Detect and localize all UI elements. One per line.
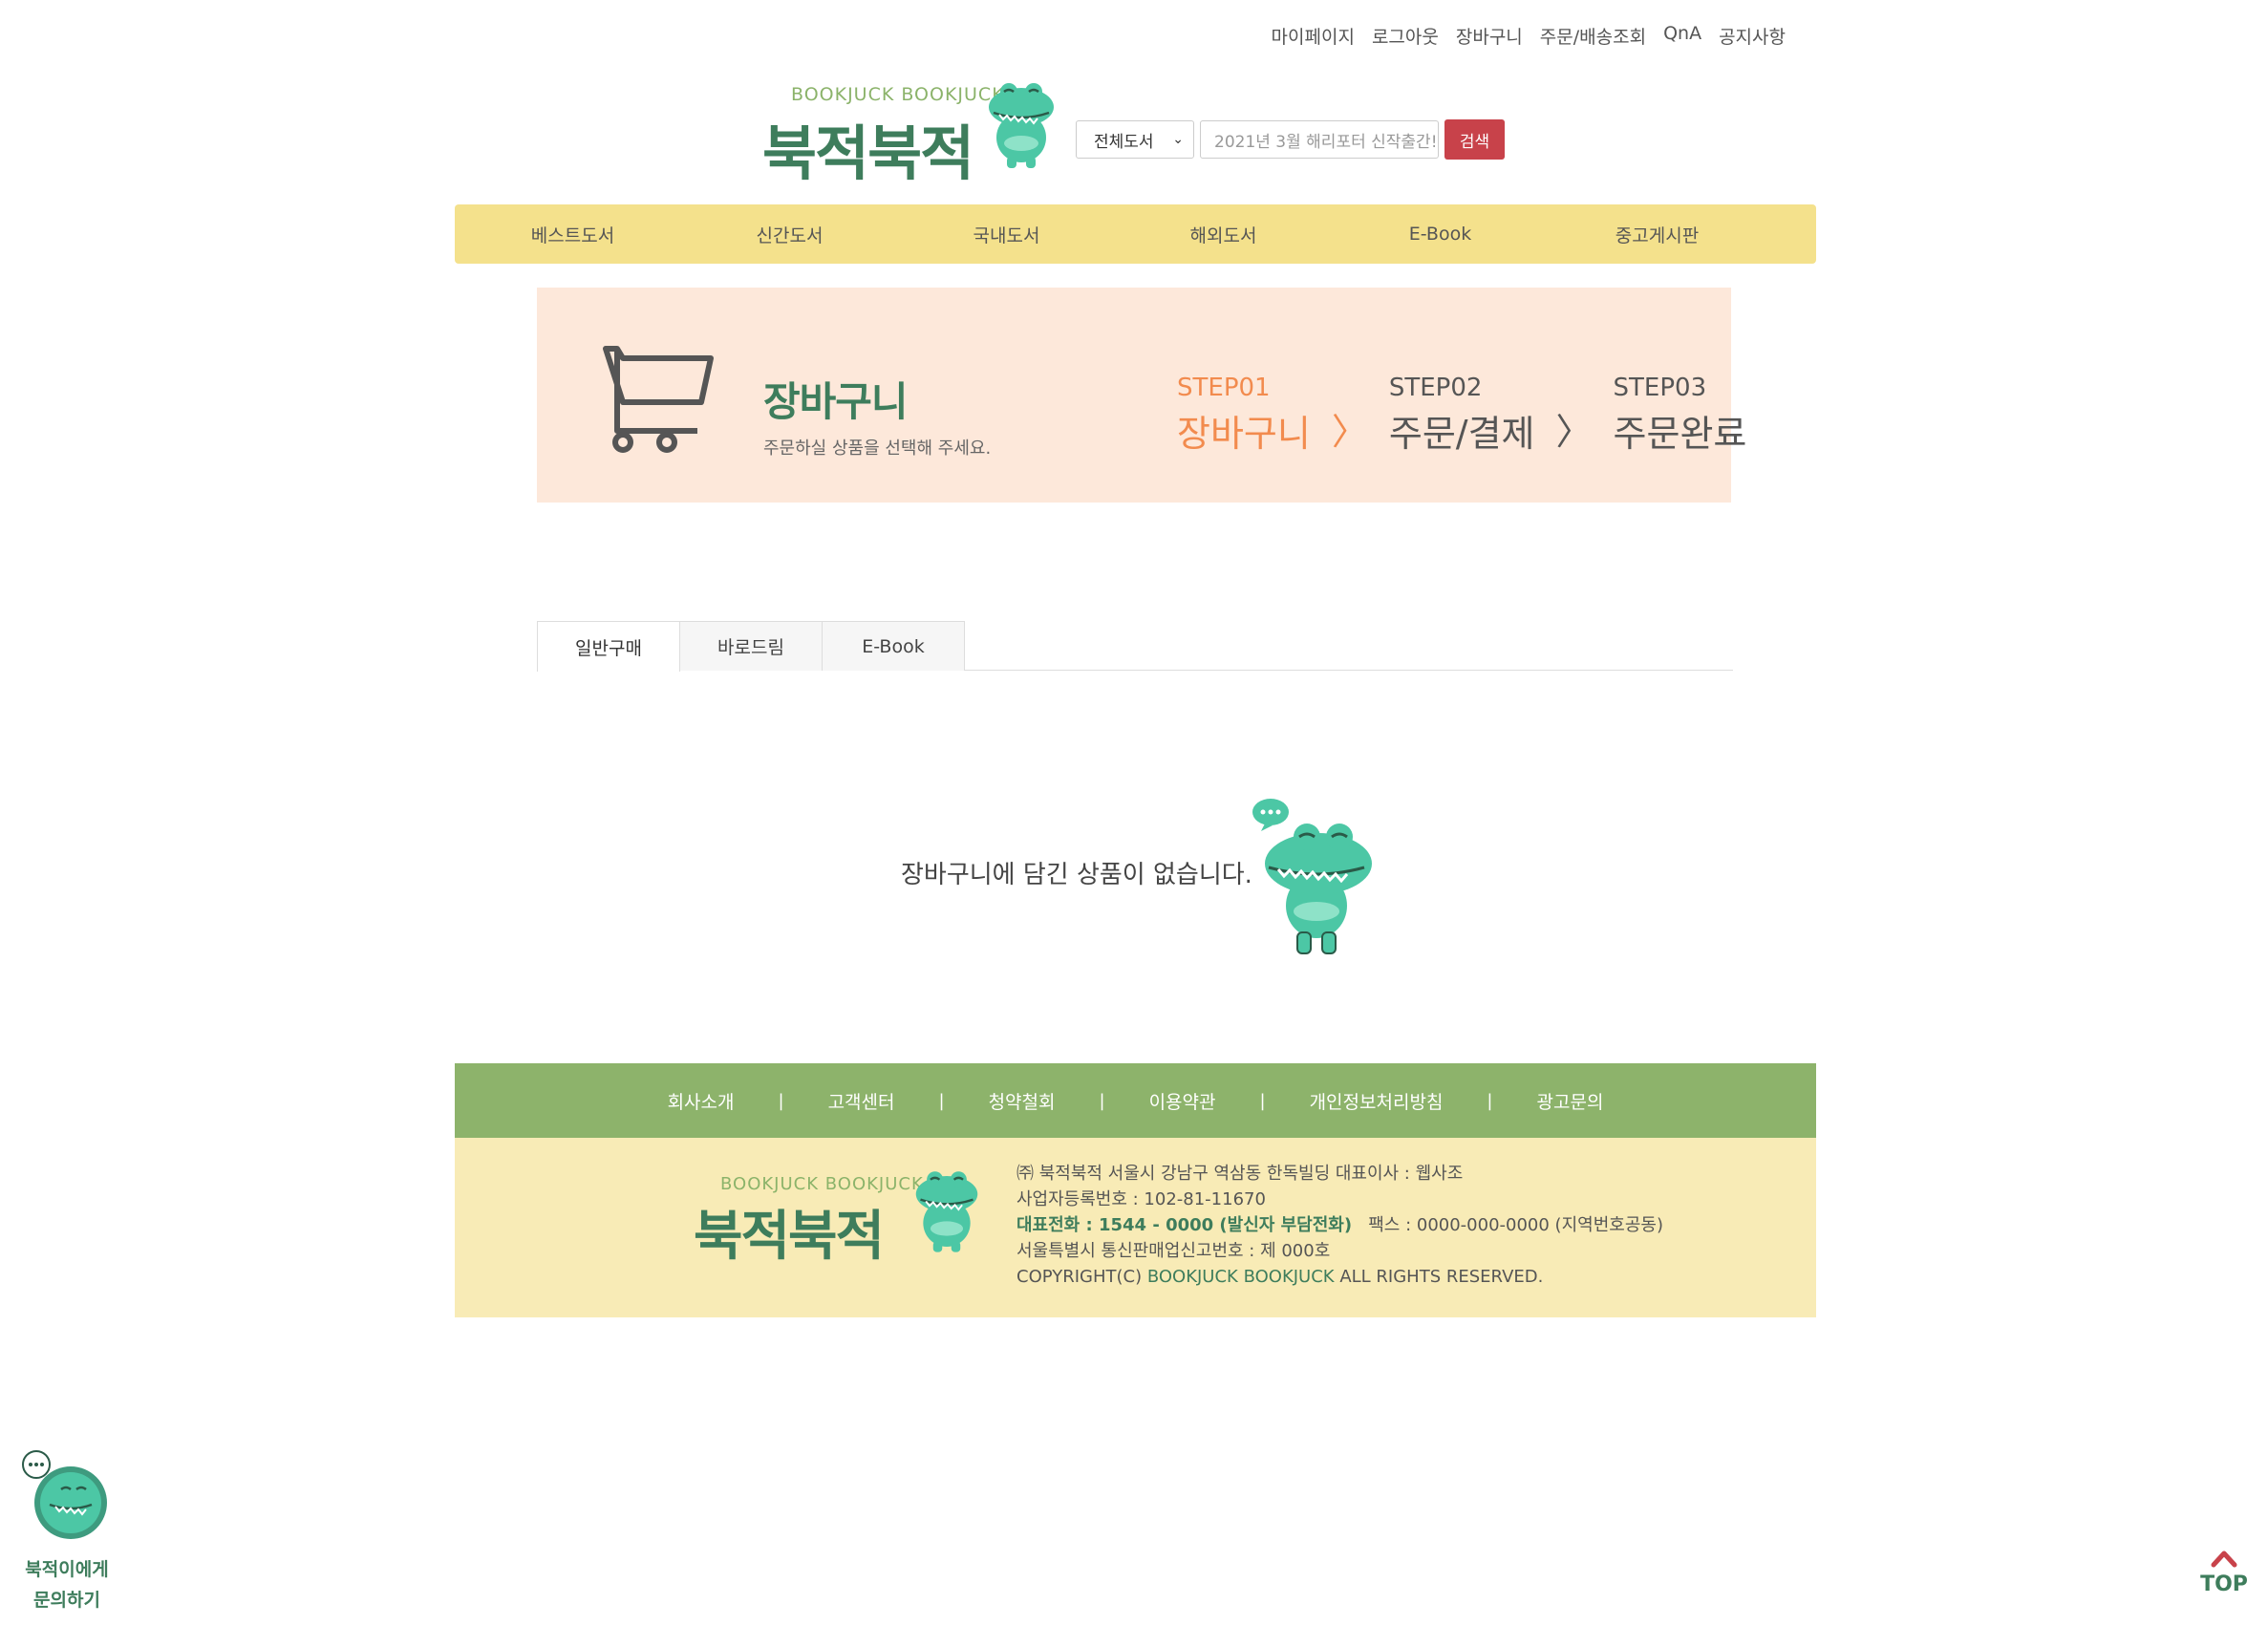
search-input[interactable]: 2021년 3월 해리포터 신작출간! bbox=[1200, 120, 1439, 159]
nav-foreign-books[interactable]: 해외도서 bbox=[1115, 222, 1332, 247]
footer-separator: | bbox=[778, 1090, 784, 1111]
chat-crocodile-icon bbox=[22, 1450, 107, 1539]
contact-line: 대표전화 : 1544 - 0000 (발신자 부담전화) 팩스 : 0000-… bbox=[1016, 1212, 1663, 1238]
chevron-up-icon bbox=[2211, 1551, 2237, 1568]
cart-link[interactable]: 장바구니 bbox=[1456, 23, 1523, 49]
tab-baro-dream[interactable]: 바로드림 bbox=[679, 621, 823, 671]
step-complete: STEP03 주문완료 bbox=[1614, 374, 1747, 457]
top-label: TOP bbox=[2200, 1572, 2248, 1596]
step-number: STEP01 bbox=[1177, 374, 1271, 402]
logo-title: 북적북적 bbox=[762, 118, 974, 188]
nav-bestseller[interactable]: 베스트도서 bbox=[464, 222, 681, 247]
ask-label-line1: 북적이에게 bbox=[25, 1559, 109, 1580]
category-select[interactable]: 전체도서 ⌄ bbox=[1076, 120, 1194, 159]
fax-number: 팩스 : 0000-000-0000 (지역번호공동) bbox=[1352, 1215, 1663, 1235]
chevron-down-icon: ⌄ bbox=[1172, 132, 1184, 147]
footer-link-privacy[interactable]: 개인정보처리방침 bbox=[1310, 1088, 1444, 1114]
footer-separator: | bbox=[1099, 1090, 1105, 1111]
step-label: 주문완료 bbox=[1613, 413, 1747, 455]
tab-ebook[interactable]: E-Book bbox=[822, 621, 965, 671]
ask-bookjuck-button[interactable]: 북적이에게 문의하기 bbox=[19, 1449, 115, 1615]
mypage-link[interactable]: 마이페이지 bbox=[1272, 23, 1355, 49]
step-payment: STEP02 주문/결제 bbox=[1389, 374, 1535, 457]
footer-separator: | bbox=[1487, 1090, 1493, 1111]
footer-info: BOOKJUCK BOOKJUCK 북적북적 ㈜ 북적북적 서울시 강남구 역삼… bbox=[455, 1138, 1816, 1317]
footer-separator: | bbox=[1259, 1090, 1266, 1111]
nav-ebook[interactable]: E-Book bbox=[1332, 224, 1549, 245]
qna-link[interactable]: QnA bbox=[1663, 23, 1701, 49]
nav-used-board[interactable]: 중고게시판 bbox=[1549, 222, 1765, 247]
step-number: STEP03 bbox=[1613, 374, 1707, 402]
company-info: ㈜ 북적북적 서울시 강남구 역삼동 한독빌딩 대표이사 : 웹사조 사업자등록… bbox=[1016, 1161, 1663, 1290]
tab-general-purchase[interactable]: 일반구매 bbox=[537, 621, 680, 672]
category-select-value: 전체도서 bbox=[1094, 132, 1154, 152]
logo-title: 북적북적 bbox=[694, 1206, 885, 1268]
crocodile-mascot-icon bbox=[915, 1171, 978, 1252]
footer-nav: 회사소개 | 고객센터 | 청약철회 | 이용약관 | 개인정보처리방침 | 광… bbox=[455, 1063, 1816, 1138]
shopping-cart-icon bbox=[603, 346, 714, 453]
scroll-top-button[interactable]: TOP bbox=[2197, 1548, 2251, 1596]
crocodile-mascot-icon bbox=[1252, 799, 1372, 954]
search-bar: 전체도서 ⌄ 2021년 3월 해리포터 신작출간! 검색 bbox=[1076, 119, 1505, 160]
footer-link-ads[interactable]: 광고문의 bbox=[1537, 1088, 1604, 1114]
phone-number: 대표전화 : 1544 - 0000 (발신자 부담전화) bbox=[1016, 1215, 1353, 1235]
nav-domestic-books[interactable]: 국내도서 bbox=[898, 222, 1115, 247]
notice-link[interactable]: 공지사항 bbox=[1719, 23, 1786, 49]
step-chevron-icon: 〉 bbox=[1331, 411, 1368, 453]
copyright-brand: BOOKJUCK BOOKJUCK bbox=[1146, 1267, 1335, 1287]
logo-subtitle: BOOKJUCK BOOKJUCK bbox=[791, 84, 1005, 105]
step-number: STEP02 bbox=[1388, 374, 1483, 402]
ask-label-line2: 문의하기 bbox=[33, 1590, 100, 1611]
empty-cart-message: 장바구니에 담긴 상품이 없습니다. bbox=[901, 861, 1252, 889]
cart-subtitle: 주문하실 상품을 선택해 주세요. bbox=[763, 438, 992, 459]
cart-title: 장바구니 bbox=[763, 378, 909, 425]
footer-separator: | bbox=[938, 1090, 945, 1111]
main-nav: 베스트도서 신간도서 국내도서 해외도서 E-Book 중고게시판 bbox=[455, 204, 1816, 264]
logo-subtitle: BOOKJUCK BOOKJUCK bbox=[720, 1174, 924, 1194]
logout-link[interactable]: 로그아웃 bbox=[1372, 23, 1439, 49]
nav-new-books[interactable]: 신간도서 bbox=[681, 222, 898, 247]
step-label: 장바구니 bbox=[1177, 413, 1311, 455]
crocodile-mascot-icon bbox=[989, 83, 1054, 168]
footer-link-support[interactable]: 고객센터 bbox=[828, 1088, 895, 1114]
copyright: COPYRIGHT(C) BOOKJUCK BOOKJUCK ALL RIGHT… bbox=[1016, 1264, 1663, 1290]
utility-links: 마이페이지 로그아웃 장바구니 주문/배송조회 QnA 공지사항 bbox=[1272, 23, 1786, 49]
footer-link-withdrawal[interactable]: 청약철회 bbox=[989, 1088, 1056, 1114]
order-tracking-link[interactable]: 주문/배송조회 bbox=[1540, 23, 1646, 49]
business-number: 사업자등록번호 : 102-81-11670 bbox=[1016, 1189, 1266, 1209]
company-address: ㈜ 북적북적 서울시 강남구 역삼동 한독빌딩 대표이사 : 웹사조 bbox=[1016, 1164, 1464, 1184]
ask-label: 북적이에게 문의하기 bbox=[19, 1554, 115, 1615]
copyright-suffix: ALL RIGHTS RESERVED. bbox=[1334, 1267, 1544, 1287]
commerce-registration: 서울특별시 통신판매업신고번호 : 제 000호 bbox=[1016, 1241, 1331, 1261]
footer-logo: BOOKJUCK BOOKJUCK 북적북적 bbox=[694, 1171, 999, 1270]
site-logo[interactable]: BOOKJUCK BOOKJUCK 북적북적 bbox=[762, 78, 1059, 188]
footer-link-company[interactable]: 회사소개 bbox=[668, 1088, 735, 1114]
footer-link-terms[interactable]: 이용약관 bbox=[1149, 1088, 1216, 1114]
search-button[interactable]: 검색 bbox=[1444, 119, 1505, 160]
cart-banner: 장바구니 주문하실 상품을 선택해 주세요. STEP01 장바구니 〉 STE… bbox=[537, 288, 1746, 503]
copyright-prefix: COPYRIGHT(C) bbox=[1016, 1267, 1147, 1287]
step-cart: STEP01 장바구니 bbox=[1177, 374, 1311, 457]
step-chevron-icon: 〉 bbox=[1555, 411, 1593, 453]
step-label: 주문/결제 bbox=[1388, 413, 1535, 455]
purchase-type-tabs: 일반구매 바로드림 E-Book bbox=[537, 621, 1733, 672]
order-steps: STEP01 장바구니 〉 STEP02 주문/결제 〉 STEP03 주문완료 bbox=[1177, 374, 1746, 457]
